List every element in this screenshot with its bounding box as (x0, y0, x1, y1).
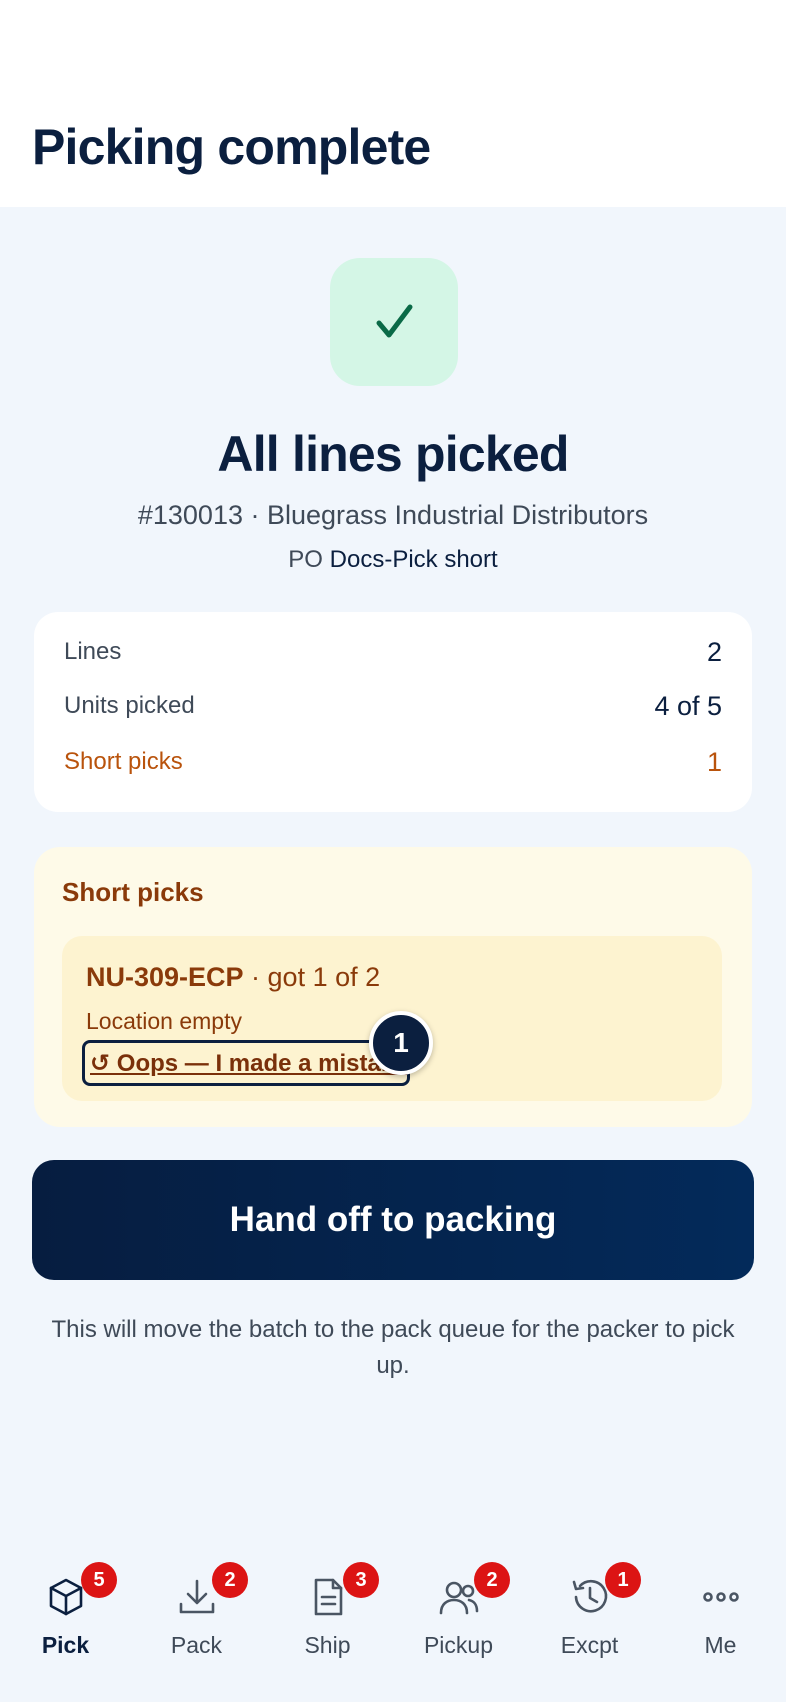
short-picks-panel: Short picks NU-309-ECP · got 1 of 2 Loca… (34, 847, 752, 1127)
tab-label: Pick (41, 1632, 90, 1658)
short-picks-title: Short picks (62, 877, 204, 907)
tab-label: Pickup (423, 1632, 494, 1658)
tab-pick[interactable]: 5 Pick (0, 1540, 131, 1690)
hero-title: All lines picked (217, 426, 569, 482)
short-pick-heading: NU-309-ECP · got 1 of 2 (86, 962, 380, 993)
short-pick-quantity: · got 1 of 2 (243, 962, 381, 992)
tab-label: Excpt (560, 1632, 619, 1658)
summary-card: Lines 2 Units picked 4 of 5 Short picks … (34, 612, 752, 812)
po-label: PO (288, 546, 323, 573)
summary-label: Lines (64, 638, 122, 665)
tab-label: Pack (170, 1632, 223, 1658)
tab-ship[interactable]: 3 Ship (262, 1540, 393, 1690)
summary-row-units-picked: Units picked 4 of 5 (64, 686, 722, 726)
summary-value: 2 (706, 636, 722, 667)
bottom-tab-bar: 5 Pick 2 Pack 3 Ship 2 Pickup 1 Excpt Me (0, 1540, 786, 1702)
undo-short-pick-button[interactable]: ↺ Oops — I made a mistake (82, 1040, 410, 1086)
step-number-badge: 1 (369, 1011, 433, 1075)
tab-pickup[interactable]: 2 Pickup (393, 1540, 524, 1690)
po-line: PO Docs-Pick short (0, 546, 786, 574)
tab-exceptions[interactable]: 1 Excpt (524, 1540, 655, 1690)
tab-pack[interactable]: 2 Pack (131, 1540, 262, 1690)
checkmark-icon (376, 304, 413, 338)
summary-label: Short picks (64, 748, 183, 775)
order-line: #130013 · Bluegrass Industrial Distribut… (137, 500, 649, 530)
tab-me[interactable]: Me (655, 1540, 786, 1690)
po-value: Docs-Pick short (329, 546, 498, 573)
summary-row-lines: Lines 2 (64, 632, 722, 672)
summary-label: Units picked (64, 692, 195, 719)
tab-badge: 1 (605, 1562, 641, 1598)
short-pick-reason: Location empty (86, 1008, 242, 1034)
tab-badge: 2 (474, 1562, 510, 1598)
page-title: Picking complete (32, 119, 431, 175)
hand-off-to-packing-button[interactable]: Hand off to packing (32, 1160, 754, 1280)
summary-row-short-picks: Short picks 1 (64, 742, 722, 782)
summary-value: 1 (706, 746, 722, 777)
tab-badge: 2 (212, 1562, 248, 1598)
helper-text: This will move the batch to the pack que… (51, 1316, 735, 1379)
success-tile (330, 258, 458, 386)
more-icon (703, 1592, 739, 1602)
summary-value: 4 of 5 (654, 690, 722, 721)
header: Picking complete (0, 0, 786, 207)
tab-label: Me (704, 1632, 737, 1658)
tab-badge: 3 (343, 1562, 379, 1598)
tab-label: Ship (304, 1632, 351, 1658)
tab-badge: 5 (81, 1562, 117, 1598)
short-pick-sku: NU-309-ECP (86, 962, 244, 992)
